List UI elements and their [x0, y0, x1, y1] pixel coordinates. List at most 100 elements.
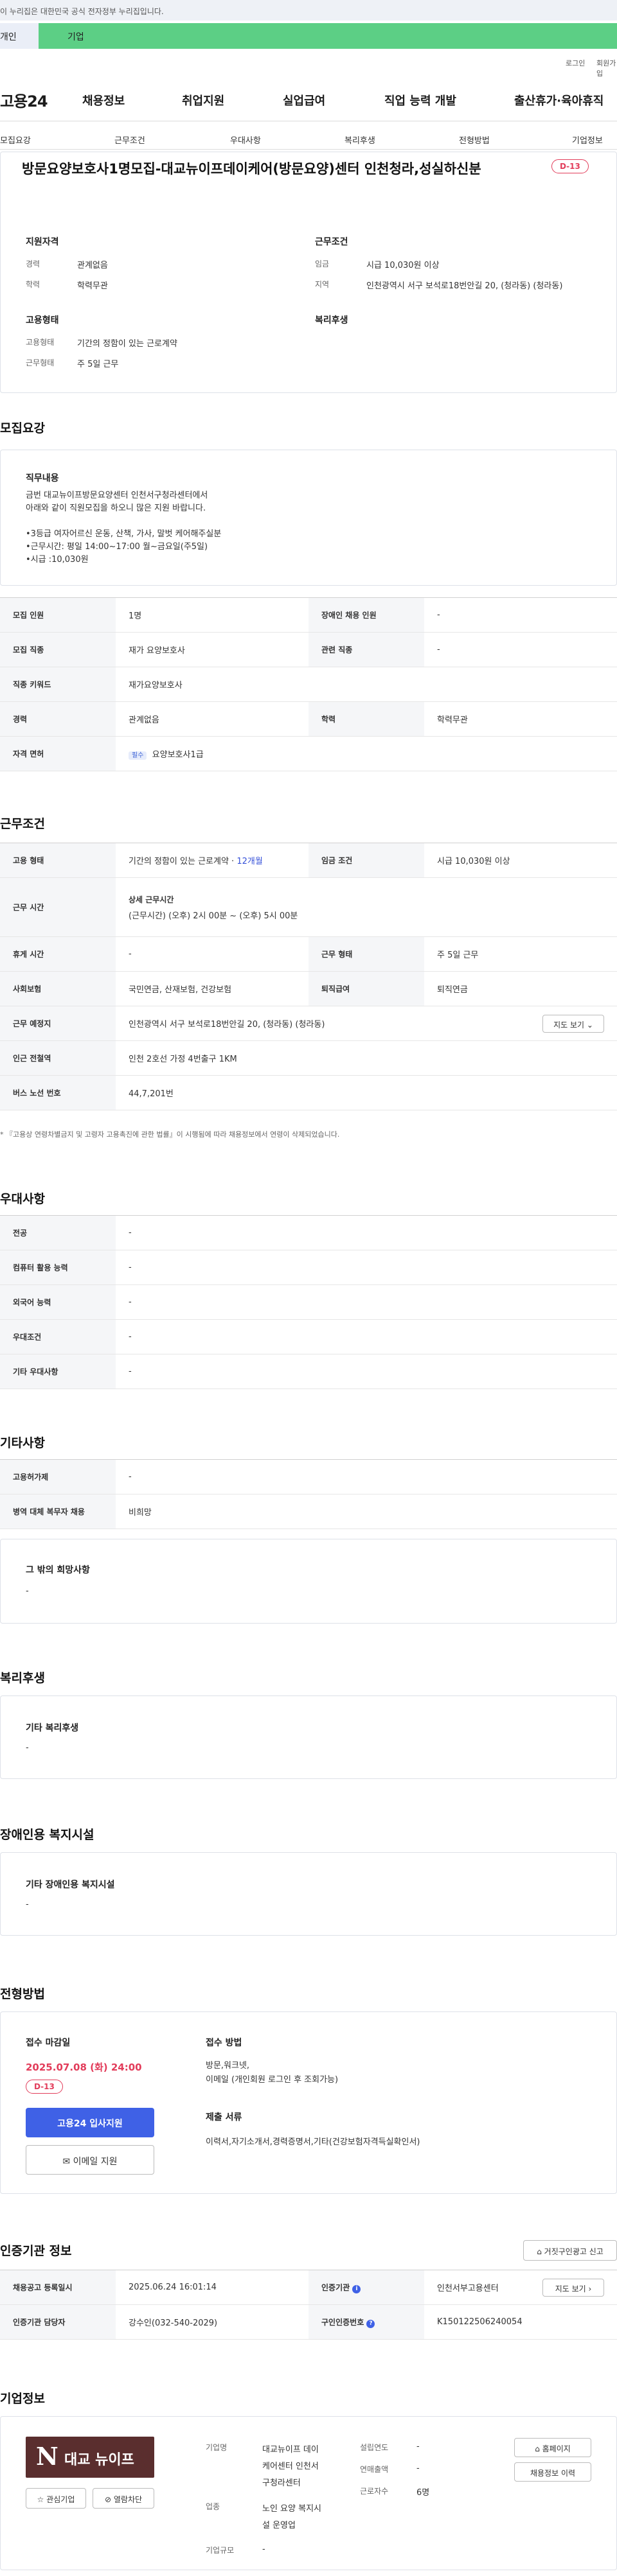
- lnb-welfare[interactable]: 복리후생: [344, 134, 375, 146]
- retirement-value: 퇴직연금: [424, 971, 617, 1006]
- method-line: 이메일 (개인회원 로그인 후 조회가능): [206, 2075, 339, 2085]
- permit-label: 고용허가제: [0, 1459, 116, 1494]
- place-label: 근무 예정지: [0, 1006, 116, 1041]
- job-value: 재가 요양보호사: [116, 632, 308, 667]
- company-logo-mark: N: [36, 2442, 58, 2471]
- conditions-section-title: 근무조건: [0, 817, 45, 831]
- gnb-item-unemployment[interactable]: 실업급여: [283, 92, 325, 109]
- homepage-label: 홈페이지: [542, 2444, 571, 2453]
- company-name-line: 구청라센터: [262, 2478, 301, 2488]
- gnb-item-jobs[interactable]: 채용정보: [82, 92, 125, 109]
- time-value: (근무시간) (오후) 2시 00분 ~ (오후) 5시 00분: [129, 911, 298, 921]
- keyword-value: 재가요양보호사: [116, 667, 617, 702]
- form-label: 근무 형태: [308, 936, 424, 972]
- block-label: 열람차단: [113, 2495, 143, 2504]
- duty-line: •3등급 여자어르신 운동, 산책, 가사, 말벗 케어해주실분: [26, 529, 222, 539]
- lnb-divider: [0, 149, 617, 150]
- subway-label: 인근 전철역: [0, 1040, 116, 1076]
- revenue-label: 연매출액: [360, 2465, 389, 2474]
- reg-date-label: 채용공고 등록일시: [0, 2270, 116, 2305]
- favorite-company-button[interactable]: ☆ 관심기업: [26, 2488, 86, 2509]
- tab-individual[interactable]: 개인: [0, 23, 39, 49]
- process-dday-badge: D-13: [26, 2080, 63, 2094]
- job-title: 방문요양보호사1명모집-대교뉴이프데이케어(방문요양)센터 인천청라,성실하신분: [22, 161, 481, 177]
- email-apply-label: 이메일 지원: [73, 2157, 118, 2167]
- email-apply-button[interactable]: ✉ 이메일 지원: [26, 2145, 154, 2175]
- dday-badge: D-13: [551, 159, 589, 173]
- lang-value: -: [116, 1284, 617, 1320]
- chevron-right-icon: ›: [588, 2284, 592, 2293]
- gov-notice-bar: 이 누리집은 대한민국 공식 전자정부 누리집입니다.: [0, 0, 617, 21]
- apply-button[interactable]: 고용24 입사지원: [26, 2108, 154, 2137]
- gnb-item-training[interactable]: 직업 능력 개발: [384, 92, 456, 109]
- gnb-item-parental-leave[interactable]: 출산휴가·육아휴직: [514, 92, 604, 109]
- pc-value: -: [116, 1250, 617, 1285]
- site-logo[interactable]: 고용24: [0, 89, 48, 111]
- company-name-value: 대교뉴이프 데이 케어센터 인천서 구청라센터: [262, 2442, 319, 2492]
- major-value: -: [116, 1215, 617, 1250]
- lnb-preference[interactable]: 우대사항: [230, 134, 261, 146]
- industry-line: 노인 요양 복지시: [262, 2504, 321, 2514]
- count-value: 1명: [116, 597, 308, 633]
- info-icon[interactable]: i: [352, 2284, 361, 2293]
- edu-row-value: 학력무관: [424, 701, 617, 737]
- emp-value: 기간의 정함이 있는 근로계약 ·: [129, 857, 237, 866]
- login-link[interactable]: 로그인: [566, 58, 585, 68]
- gnb-item-employment-support[interactable]: 취업지원: [182, 92, 224, 109]
- homepage-button[interactable]: ⌂ 홈페이지: [514, 2438, 591, 2457]
- pref-etc-label: 기타 우대사항: [0, 1354, 116, 1389]
- signup-link[interactable]: 회원가입: [596, 58, 617, 78]
- map-button[interactable]: 지도 보기 ⌄: [542, 1015, 604, 1033]
- place-cell: 인천광역시 서구 보석로18번안길 20, (청라동) (청라동) 지도 보기 …: [116, 1006, 617, 1041]
- lnb-process[interactable]: 전형방법: [459, 134, 490, 146]
- duty-line: •시급 :10,030원: [26, 555, 89, 565]
- table-row: 컴퓨터 활용 능력 -: [0, 1250, 617, 1285]
- lnb-company[interactable]: 기업정보: [572, 134, 603, 146]
- tab-company[interactable]: 기업: [39, 23, 617, 49]
- size-label: 기업규모: [206, 2546, 235, 2555]
- disabled-count-value: -: [424, 597, 617, 633]
- table-row: 고용 형태 기간의 정함이 있는 근로계약 · 12개월 임금 조건 시급 10…: [0, 843, 617, 878]
- lnb-recruit[interactable]: 모집요강: [0, 134, 31, 146]
- table-row: 우대조건 -: [0, 1319, 617, 1354]
- qualification-title: 지원자격: [26, 237, 59, 247]
- table-row: 기타 우대사항 -: [0, 1354, 617, 1389]
- subway-value: 인천 2호선 가정 4번출구 1KM: [116, 1040, 617, 1076]
- bus-label: 버스 노선 번호: [0, 1075, 116, 1110]
- wage-cond-value: 시급 10,030원 이상: [424, 843, 617, 878]
- block-company-button[interactable]: ⊘ 열람차단: [93, 2488, 154, 2509]
- tab-company-label: 기업: [67, 32, 84, 42]
- insurance-label: 사회보험: [0, 971, 116, 1006]
- info-icon[interactable]: ?: [366, 2319, 375, 2328]
- job-history-button[interactable]: 채용정보 이력: [514, 2462, 591, 2482]
- recruit-section-title: 모집요강: [0, 421, 45, 435]
- career-row-label: 경력: [0, 701, 116, 737]
- table-row: 자격 면허 필수 요양보호사1급: [0, 736, 617, 771]
- table-row: 병역 대체 복무자 채용 비희망: [0, 1494, 617, 1529]
- disabled-count-label: 장애인 채용 인원: [308, 597, 424, 633]
- company-section-title: 기업정보: [0, 2392, 45, 2406]
- wish-box: [0, 1539, 617, 1624]
- disabled-title: 기타 장애인용 복지시설: [26, 1880, 115, 1890]
- company-logo-text: 대교 뉴이프: [64, 2452, 134, 2468]
- pref-etc-value: -: [116, 1354, 617, 1389]
- company-name-line: 케어센터 인천서: [262, 2462, 319, 2471]
- required-pill: 필수: [129, 751, 147, 760]
- lnb-conditions[interactable]: 근무조건: [114, 134, 145, 146]
- edu-value: 학력무관: [77, 281, 108, 291]
- emp-months: 12개월: [237, 857, 263, 866]
- disabled-box: [0, 1852, 617, 1936]
- welfare-value: -: [26, 1743, 29, 1753]
- mail-icon: ✉: [62, 2157, 71, 2167]
- place-value: 인천광역시 서구 보석로18번안길 20, (청라동) (청라동): [129, 1020, 325, 1030]
- table-row: 모집 직종 재가 요양보호사 관련 직종 -: [0, 632, 617, 667]
- cert-org-cell: 인천서부고용센터 지도 보기 ›: [424, 2270, 617, 2305]
- conditions-table: 고용 형태 기간의 정함이 있는 근로계약 · 12개월 임금 조건 시급 10…: [0, 843, 617, 1110]
- region-value: 인천광역시 서구 보석로18번안길 20, (청라동) (청라동): [366, 281, 563, 291]
- cert-map-button[interactable]: 지도 보기 ›: [542, 2279, 604, 2297]
- lang-label: 외국어 능력: [0, 1284, 116, 1320]
- false-ad-report-button[interactable]: ⌂ 거짓구인광고 신고: [523, 2240, 617, 2261]
- emptype-title: 고용형태: [26, 315, 59, 326]
- duty-line-blank: [26, 515, 221, 528]
- company-name-label: 기업명: [206, 2443, 228, 2452]
